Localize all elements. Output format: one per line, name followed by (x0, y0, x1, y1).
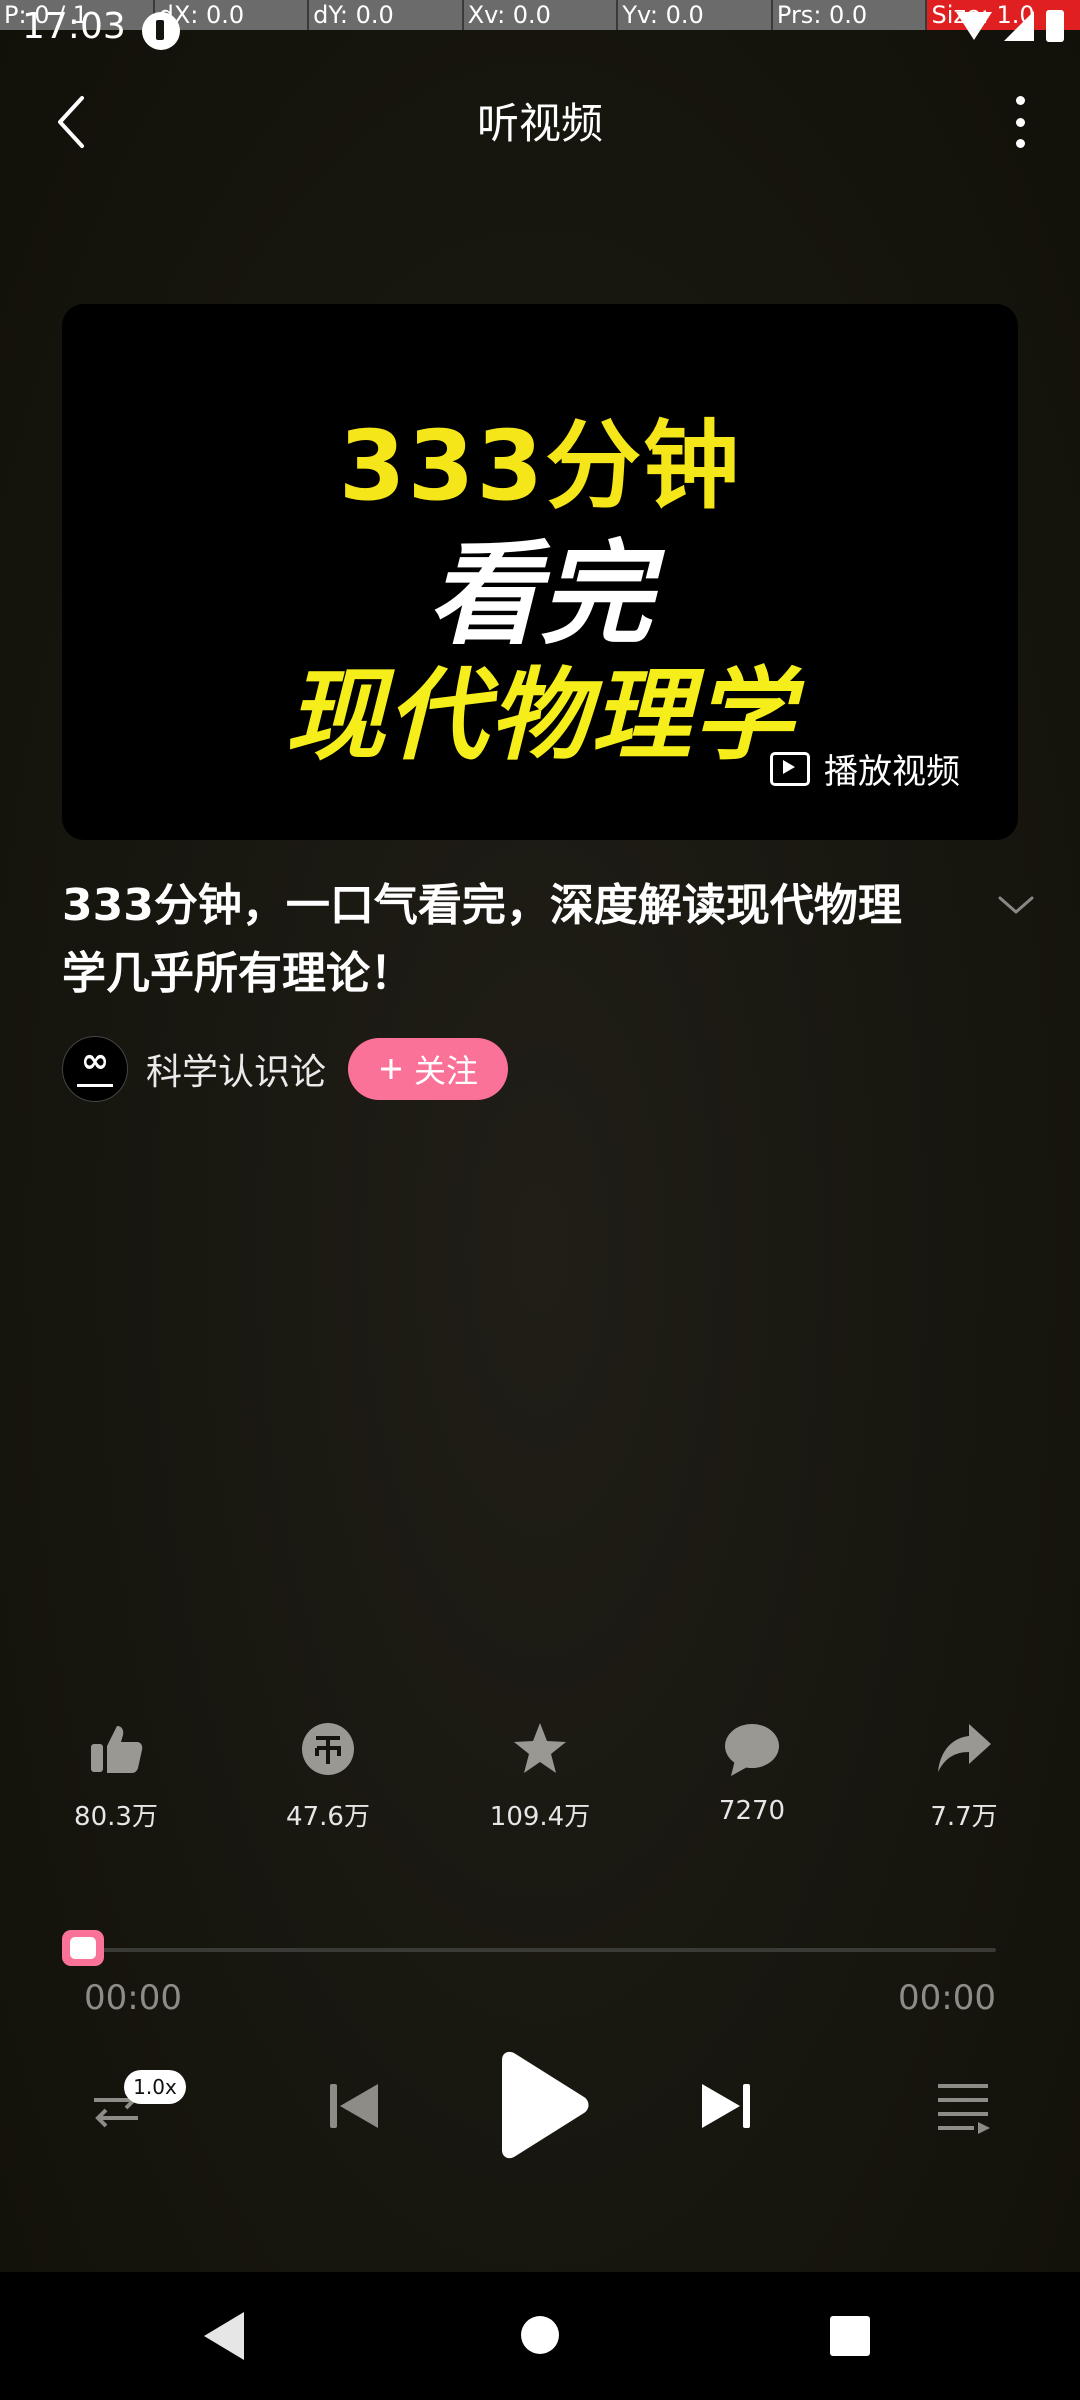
status-icons (956, 10, 1064, 42)
video-cover[interactable]: 333分钟 看完 现代物理学 播放视频 (62, 304, 1018, 840)
previous-button[interactable] (328, 2080, 380, 2132)
play-icon (502, 2051, 589, 2159)
follow-label: 关注 (414, 1052, 479, 1090)
nav-back-icon[interactable] (204, 2312, 244, 2360)
more-options-button[interactable] (1000, 96, 1040, 148)
favorite-count: 109.4万 (489, 1802, 591, 1832)
debug-yv: Yv: 0.0 (618, 0, 773, 30)
coin-count: 47.6万 (286, 1802, 370, 1832)
wifi-icon (956, 12, 992, 40)
next-button[interactable] (700, 2080, 752, 2132)
nav-recents-icon[interactable] (830, 2316, 870, 2356)
chevron-down-icon (998, 896, 1034, 914)
signal-icon (1004, 11, 1034, 41)
page-title: 听视频 (476, 99, 603, 148)
play-video-label: 播放视频 (824, 752, 960, 792)
plus-icon (381, 1059, 401, 1079)
more-dot (1015, 117, 1025, 127)
author-name[interactable]: 科学认识论 (146, 1043, 326, 1095)
like-count: 80.3万 (74, 1802, 158, 1832)
action-bar: 80.3万 47.6万 109.4万 7270 7.7万 (0, 1720, 1080, 1833)
star-icon (514, 1723, 566, 1773)
favorite-button[interactable]: 109.4万 (460, 1720, 620, 1833)
more-dot (1015, 96, 1025, 105)
comment-count: 7270 (718, 1796, 786, 1826)
coin-button[interactable]: 47.6万 (248, 1720, 408, 1833)
playlist-button[interactable] (934, 2078, 992, 2134)
playback-speed-badge[interactable]: 1.0x (124, 2070, 186, 2104)
like-icon (91, 1726, 143, 1773)
playlist-icon (938, 2084, 990, 2134)
avatar[interactable] (62, 1036, 128, 1102)
play-video-button[interactable]: 播放视频 (770, 744, 960, 793)
system-navigation-bar (0, 2272, 1080, 2400)
skip-previous-icon (330, 2084, 378, 2128)
app-notification-icon (142, 12, 180, 50)
follow-button[interactable]: 关注 (348, 1038, 509, 1100)
progress-thumb-tv-icon[interactable] (62, 1930, 104, 1966)
comment-button[interactable]: 7270 (672, 1720, 832, 1833)
tv-play-icon (770, 751, 810, 786)
total-time: 00:00 (898, 1978, 996, 2018)
coin-icon (302, 1723, 354, 1775)
progress-bar[interactable] (84, 1948, 996, 1952)
more-dot (1015, 139, 1025, 148)
skip-next-icon (702, 2084, 750, 2128)
author-row: 科学认识论 关注 (62, 1036, 509, 1102)
listen-video-page: P: 0 / 1 dX: 0.0 dY: 0.0 Xv: 0.0 Yv: 0.0… (0, 0, 1080, 2400)
video-title: 333分钟，一口气看完，深度解读现代物理学几乎所有理论！ (62, 880, 902, 999)
comment-icon (725, 1724, 779, 1776)
battery-icon (1046, 10, 1064, 42)
nav-home-icon[interactable] (521, 2316, 559, 2354)
like-button[interactable]: 80.3万 (36, 1720, 196, 1833)
status-time: 17:03 (22, 6, 126, 47)
share-button[interactable]: 7.7万 (884, 1720, 1044, 1833)
share-count: 7.7万 (930, 1802, 998, 1832)
debug-dy: dY: 0.0 (309, 0, 464, 30)
debug-prs: Prs: 0.0 (773, 0, 928, 30)
current-time: 00:00 (84, 1978, 182, 2018)
play-button[interactable] (488, 2050, 592, 2160)
share-icon (938, 1724, 991, 1772)
debug-xv: Xv: 0.0 (464, 0, 619, 30)
expand-description-button[interactable] (996, 890, 1036, 920)
